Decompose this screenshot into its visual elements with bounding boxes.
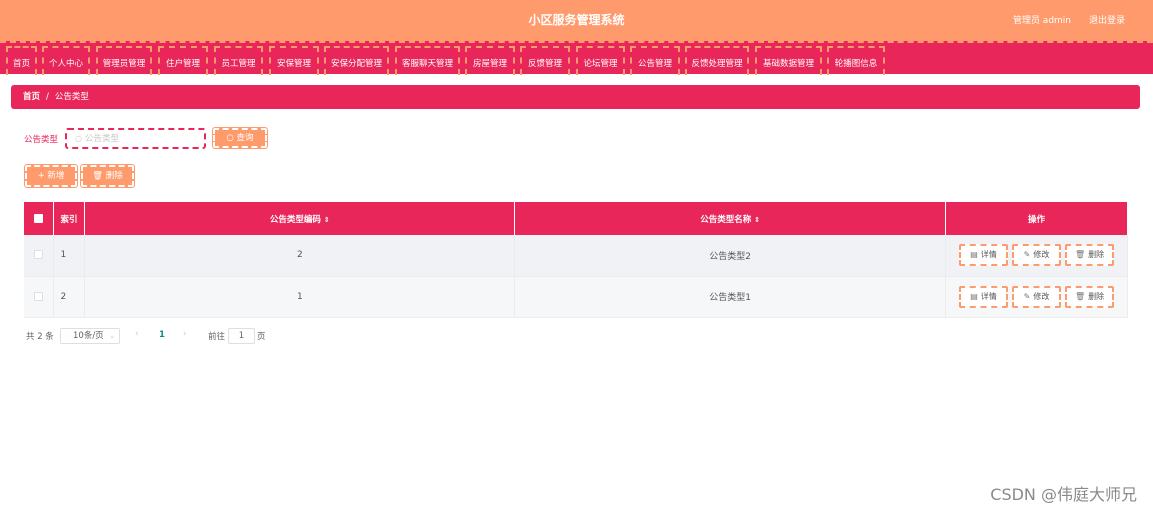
edit-button[interactable]: ✎ 修改 — [1012, 244, 1062, 267]
notice-type-table: 索引 公告类型编码 ⇕ 公告类型名称 ⇕ 操作 1 2 公告类型2 ▤ 详情 ✎ 修改 🗑︎… — [24, 202, 1128, 318]
header-code-label: 公告类型编码 — [269, 214, 321, 225]
prev-page-icon[interactable]: ‹ — [135, 329, 138, 339]
table-row: 2 1 公告类型1 ▤ 详情 ✎ 修改 🗑︎ 删除 — [24, 276, 1128, 318]
row-delete-button[interactable]: 🗑︎ 删除 — [1065, 244, 1115, 267]
document-icon: ▤ — [970, 250, 978, 260]
search-label: 公告类型 — [24, 135, 59, 145]
table-header-row: 索引 公告类型编码 ⇕ 公告类型名称 ⇕ 操作 — [24, 202, 1128, 235]
nav-item-security[interactable]: 安保管理 — [269, 46, 319, 75]
breadcrumb: 首页 / 公告类型 — [11, 85, 1140, 109]
detail-button[interactable]: ▤ 详情 — [959, 285, 1009, 308]
nav-item-profile[interactable]: 个人中心 — [42, 46, 90, 75]
breadcrumb-home[interactable]: 首页 — [23, 92, 40, 102]
goto-page-input[interactable]: 1 — [228, 328, 255, 344]
row-index: 2 — [53, 276, 86, 318]
nav-item-notice[interactable]: 公告管理 — [630, 46, 680, 75]
add-button-label: 新增 — [47, 171, 65, 181]
edit-button-label: 修改 — [1033, 250, 1050, 260]
detail-button[interactable]: ▤ 详情 — [959, 244, 1009, 267]
select-all-cell — [24, 202, 55, 235]
table-row: 1 2 公告类型2 ▤ 详情 ✎ 修改 🗑︎ 删除 — [24, 235, 1128, 277]
row-code: 2 — [84, 235, 516, 277]
nav-item-feedback-handling[interactable]: 反馈处理管理 — [685, 46, 749, 75]
page-size-value: 10条/页 — [73, 331, 104, 341]
top-header: 小区服务管理系统 管理员 admin 退出登录 — [0, 0, 1153, 41]
trash-icon: 🗑︎ — [92, 171, 104, 181]
nav-item-housing[interactable]: 房屋管理 — [465, 46, 515, 75]
detail-button-label: 详情 — [980, 291, 997, 301]
search-button-label: 查询 — [236, 133, 254, 143]
plus-icon: + — [37, 171, 45, 181]
delete-button[interactable]: 🗑︎ 删除 — [80, 164, 135, 188]
row-name: 公告类型1 — [514, 276, 947, 318]
row-delete-button[interactable]: 🗑︎ 删除 — [1065, 285, 1115, 308]
app-title: 小区服务管理系统 — [528, 13, 625, 27]
row-select-cell — [24, 276, 55, 318]
nav-item-home[interactable]: 首页 — [6, 46, 37, 75]
nav-item-residents[interactable]: 住户管理 — [158, 46, 208, 75]
header-code[interactable]: 公告类型编码 ⇕ — [84, 202, 516, 235]
nav-item-admin[interactable]: 管理员管理 — [96, 46, 152, 75]
nav-item-forum[interactable]: 论坛管理 — [576, 46, 625, 75]
nav-item-basic-data[interactable]: 基础数据管理 — [755, 46, 822, 75]
header-name[interactable]: 公告类型名称 ⇕ — [514, 202, 947, 235]
row-delete-button-label: 删除 — [1088, 250, 1105, 260]
page-number[interactable]: 1 — [159, 330, 165, 340]
search-icon: ○ — [226, 133, 234, 143]
search-placeholder: 公告类型 — [84, 134, 119, 144]
current-user: 管理员 admin — [1012, 16, 1071, 26]
page-unit-label: 页 — [257, 332, 266, 342]
pencil-icon: ✎ — [1023, 250, 1031, 260]
breadcrumb-current: 公告类型 — [54, 92, 89, 102]
search-button[interactable]: ○ 查询 — [212, 127, 268, 149]
header-index: 索引 — [53, 202, 86, 235]
row-delete-button-label: 删除 — [1088, 291, 1105, 301]
trash-icon: 🗑︎ — [1074, 250, 1086, 260]
detail-button-label: 详情 — [980, 250, 997, 260]
row-index: 1 — [53, 235, 86, 277]
nav-item-feedback[interactable]: 反馈管理 — [520, 46, 570, 75]
trash-icon: 🗑︎ — [1074, 291, 1086, 301]
nav-item-chat[interactable]: 客服聊天管理 — [395, 46, 460, 75]
row-name: 公告类型2 — [514, 235, 947, 277]
search-icon: ○ — [75, 134, 82, 143]
nav-item-carousel[interactable]: 轮播图信息 — [827, 46, 885, 75]
goto-label: 前往 — [208, 332, 226, 342]
logout-link[interactable]: 退出登录 — [1089, 13, 1125, 26]
chevron-down-icon: ⌄ — [109, 332, 115, 340]
nav-item-security-assign[interactable]: 安保分配管理 — [324, 46, 389, 75]
pencil-icon: ✎ — [1023, 291, 1031, 301]
nav-item-staff[interactable]: 员工管理 — [214, 46, 263, 75]
search-input[interactable]: ○ 公告类型 — [65, 128, 206, 149]
watermark: CSDN @伟庭大师兄 — [990, 485, 1137, 504]
select-all-checkbox[interactable] — [34, 213, 44, 223]
header-ops: 操作 — [945, 202, 1128, 235]
row-checkbox[interactable] — [34, 250, 44, 260]
main-nav: 首页 个人中心 管理员管理 住户管理 员工管理 安保管理 安保分配管理 客服聊天… — [0, 41, 1153, 75]
total-count: 共 2 条 — [26, 332, 54, 342]
sort-icon[interactable]: ⇕ — [324, 216, 330, 224]
row-code: 1 — [84, 276, 516, 318]
document-icon: ▤ — [970, 291, 978, 301]
delete-button-label: 删除 — [105, 171, 123, 181]
edit-button[interactable]: ✎ 修改 — [1012, 285, 1062, 308]
add-button[interactable]: + 新增 — [24, 164, 78, 188]
row-select-cell — [24, 235, 55, 277]
row-ops: ▤ 详情 ✎ 修改 🗑︎ 删除 — [945, 235, 1128, 277]
edit-button-label: 修改 — [1033, 291, 1050, 301]
page-size-select[interactable]: 10条/页 ⌄ — [60, 328, 120, 344]
header-name-label: 公告类型名称 — [700, 214, 752, 225]
next-page-icon[interactable]: › — [183, 329, 186, 339]
row-checkbox[interactable] — [34, 291, 44, 301]
breadcrumb-separator: / — [46, 92, 49, 102]
row-ops: ▤ 详情 ✎ 修改 🗑︎ 删除 — [945, 276, 1128, 318]
sort-icon[interactable]: ⇕ — [754, 216, 760, 224]
